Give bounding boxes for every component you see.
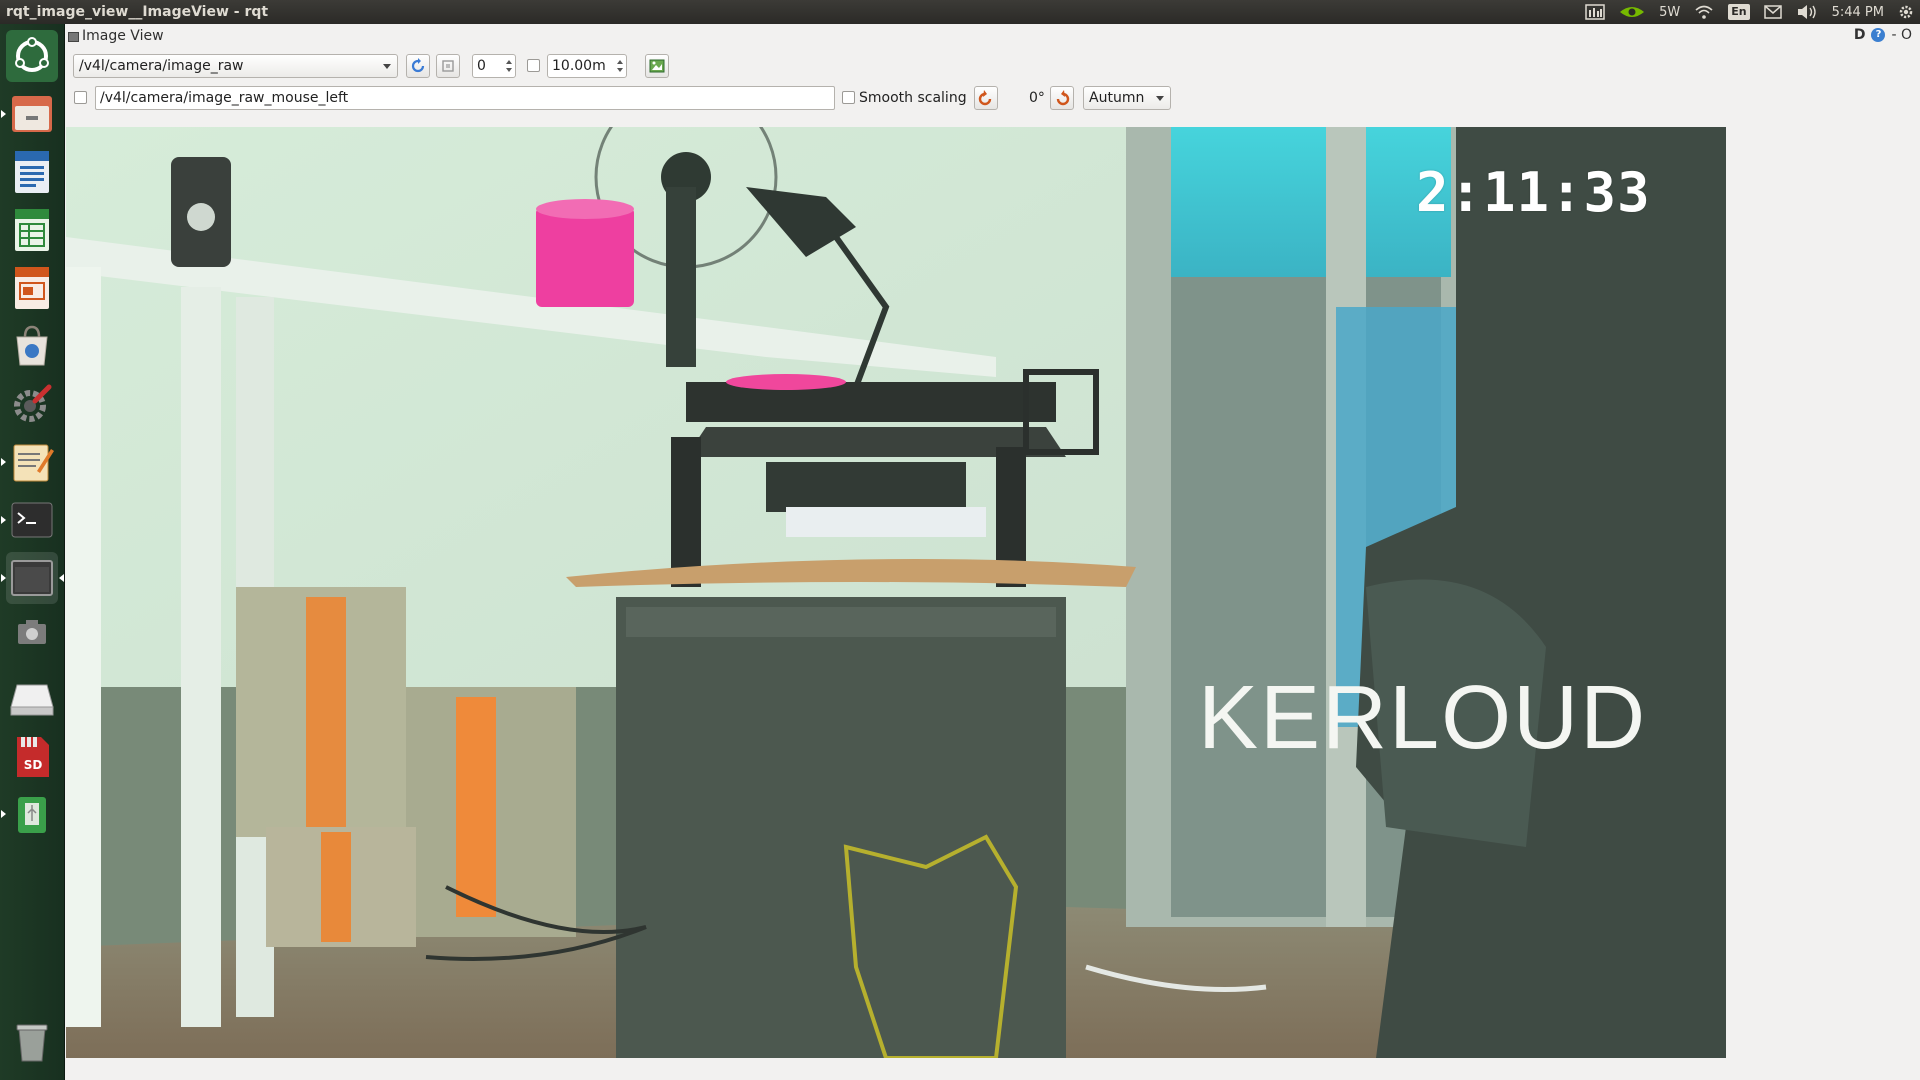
colormap-value: Autumn xyxy=(1089,90,1145,106)
max-range-spinbox[interactable]: 10.00m xyxy=(547,54,627,78)
running-indicator xyxy=(1,458,6,466)
nvidia-icon[interactable] xyxy=(1619,0,1645,24)
topic-combobox[interactable]: /v4l/camera/image_raw xyxy=(73,54,398,78)
spin-up-icon[interactable] xyxy=(617,60,623,64)
terminal-icon[interactable] xyxy=(1,494,58,546)
svg-text:SD: SD xyxy=(24,758,43,772)
calc-icon[interactable] xyxy=(6,204,58,256)
spin-down-icon[interactable] xyxy=(506,68,512,72)
rotate-right-icon xyxy=(1056,90,1070,106)
software-center-icon[interactable] xyxy=(6,320,58,372)
running-indicator xyxy=(1,110,6,118)
top-panel: rqt_image_view__ImageView - rqt 5W En 5:… xyxy=(0,0,1920,24)
dock-button[interactable]: D xyxy=(1854,27,1866,43)
rotate-left-icon xyxy=(978,90,992,106)
mouse-topic-input[interactable]: /v4l/camera/image_raw_mouse_left xyxy=(95,86,835,110)
colormap-combobox[interactable]: Autumn xyxy=(1083,86,1171,110)
volume-icon[interactable] xyxy=(1796,0,1818,24)
text-editor-icon[interactable] xyxy=(1,436,58,488)
spin-down-icon[interactable] xyxy=(617,68,623,72)
session-gear-icon[interactable] xyxy=(1898,0,1914,24)
zoom-1-button[interactable] xyxy=(436,54,460,78)
indicator-area: 5W En 5:44 PM xyxy=(1585,0,1914,24)
screenshot-icon[interactable] xyxy=(6,610,58,654)
spin-up-icon[interactable] xyxy=(506,60,512,64)
smooth-scaling-label: Smooth scaling xyxy=(859,90,967,106)
mail-icon[interactable] xyxy=(1763,0,1782,24)
plugin-window-icon xyxy=(68,32,79,42)
refresh-icon xyxy=(411,58,425,73)
impress-icon[interactable] xyxy=(6,262,58,314)
active-indicator xyxy=(59,574,64,582)
topic-value: /v4l/camera/image_raw xyxy=(79,58,244,74)
camera-image-scene xyxy=(66,127,1726,1058)
rotation-label: 0° xyxy=(1029,90,1045,106)
running-indicator xyxy=(1,574,6,582)
zoom-spinbox[interactable]: 0 xyxy=(472,54,516,78)
window-title: rqt_image_view__ImageView - rqt xyxy=(6,4,269,20)
rotate-left-button[interactable] xyxy=(974,86,998,110)
keyboard-layout-indicator[interactable]: En xyxy=(1728,0,1750,24)
chevron-down-icon xyxy=(1156,96,1164,101)
chevron-down-icon xyxy=(383,64,391,69)
running-indicator xyxy=(1,810,6,818)
save-image-button[interactable] xyxy=(645,54,669,78)
launcher: SD xyxy=(0,24,65,1080)
zoom-spinbox-value: 0 xyxy=(477,58,486,74)
running-indicator xyxy=(1,516,6,524)
system-settings-icon[interactable] xyxy=(6,378,58,430)
max-range-value: 10.00m xyxy=(552,58,606,74)
usb-icon[interactable] xyxy=(1,788,58,840)
system-monitor-icon[interactable] xyxy=(1585,0,1605,24)
trash-icon[interactable] xyxy=(6,1016,58,1068)
help-icon[interactable]: ? xyxy=(1871,28,1886,42)
clock-label[interactable]: 5:44 PM xyxy=(1832,0,1884,24)
dash-home-icon[interactable] xyxy=(6,30,58,82)
rqt-window: Image View D ? - O /v4l/camera/image_raw… xyxy=(65,24,1920,1080)
image-brand-text: KERLOUD xyxy=(1198,668,1648,768)
sd-card-icon[interactable]: SD xyxy=(6,730,58,782)
plugin-header: Image View D ? - O xyxy=(65,24,1920,50)
mouse-topic-value: /v4l/camera/image_raw_mouse_left xyxy=(100,90,349,106)
smooth-scaling-checkbox[interactable] xyxy=(842,91,855,104)
keyboard-layout-label: En xyxy=(1728,4,1750,20)
plugin-extra-controls[interactable]: - O xyxy=(1891,27,1912,43)
publish-mouse-checkbox[interactable] xyxy=(74,91,87,104)
camera-image[interactable]: 2:11:33 KERLOUD xyxy=(66,127,1726,1058)
refresh-topics-button[interactable] xyxy=(406,54,430,78)
image-timestamp: 2:11:33 xyxy=(1416,161,1651,224)
dynamic-range-checkbox[interactable] xyxy=(527,59,540,72)
zoom-original-icon xyxy=(442,60,454,72)
wifi-icon[interactable] xyxy=(1694,0,1714,24)
window-icon[interactable] xyxy=(1,552,64,604)
plugin-header-controls: D ? - O xyxy=(1854,27,1912,43)
plugin-title: Image View xyxy=(82,28,164,44)
files-icon[interactable] xyxy=(1,88,58,140)
drive-icon[interactable] xyxy=(6,672,58,724)
rotate-right-button[interactable] xyxy=(1050,86,1074,110)
save-image-icon xyxy=(649,59,665,73)
power-label: 5W xyxy=(1659,4,1681,20)
writer-icon[interactable] xyxy=(6,146,58,198)
